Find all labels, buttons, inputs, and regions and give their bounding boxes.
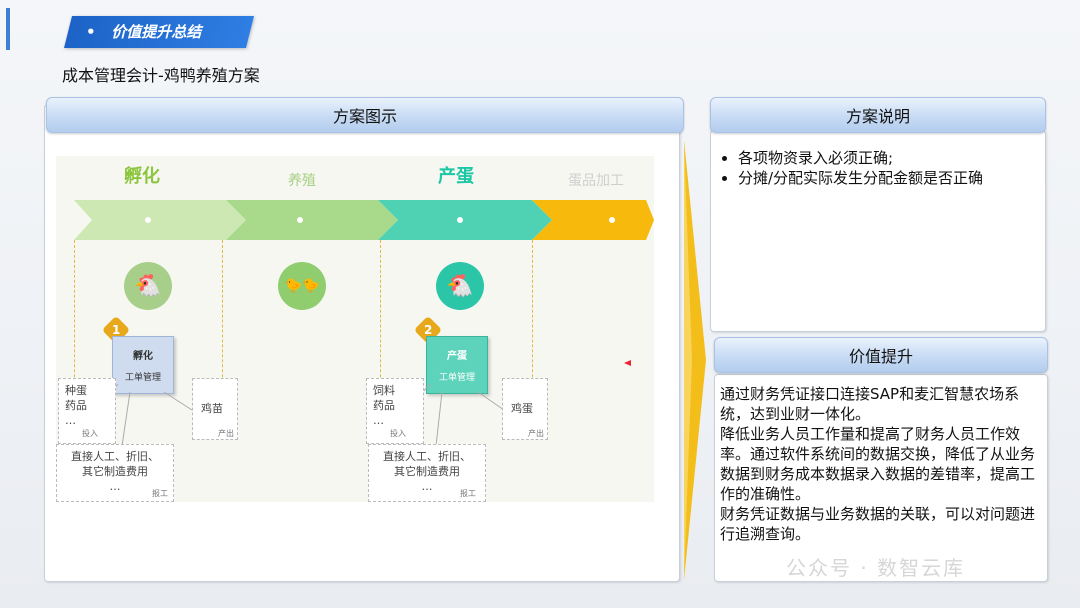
- output-tag: 产出: [528, 429, 544, 438]
- input-tag: 投入: [82, 429, 98, 438]
- value-text: 通过财务凭证接口连接SAP和麦汇智慧农场系统，达到业财一体化。 降低业务人员工作…: [720, 384, 1036, 544]
- output-tag: 产出: [218, 429, 234, 438]
- process-diagram: 孵化 养殖 产蛋 蛋品加工 🐔 🐤🐤 🐔 1 孵化 工单管理 2 产蛋 工单管理: [56, 156, 654, 502]
- input-item: 药品: [373, 399, 395, 412]
- output-item: 鸡苗: [201, 402, 223, 415]
- labor-item: 其它制造费用: [82, 465, 148, 478]
- value-paragraph: 财务凭证数据与业务数据的关联，可以对问题进行追溯查询。: [720, 505, 1036, 543]
- labor-tag: 报工: [152, 489, 168, 498]
- input-item: 药品: [65, 399, 87, 412]
- value-panel-header: 价值提升: [714, 337, 1048, 373]
- section-title: • 价值提升总结: [86, 23, 202, 41]
- input-item: …: [373, 414, 384, 427]
- page-subtitle: 成本管理会计-鸡鸭养殖方案: [62, 66, 260, 85]
- value-paragraph: 降低业务人员工作量和提高了财务人员工作效率。通过软件系统间的数据交换，降低了从业…: [720, 425, 1036, 503]
- input-item: 种蛋: [65, 384, 87, 397]
- explain-item: 分摊/分配实际发生分配金额是否正确: [738, 168, 1038, 188]
- labor-item: 直接人工、折旧、: [71, 450, 159, 463]
- watermark: 公众号 · 数智云库: [786, 556, 966, 580]
- explain-list: 各项物资录入必须正确; 分摊/分配实际发生分配金额是否正确: [718, 148, 1038, 188]
- labor-item: 其它制造费用: [394, 465, 460, 478]
- value-paragraph: 通过财务凭证接口连接SAP和麦汇智慧农场系统，达到业财一体化。: [720, 385, 1020, 423]
- input-tag: 投入: [390, 429, 406, 438]
- diagram-panel-header: 方案图示: [46, 97, 684, 133]
- explain-item: 各项物资录入必须正确;: [738, 148, 1038, 168]
- small-red-marker: [624, 360, 631, 366]
- flow-arrow-icon: [684, 140, 706, 580]
- labor-tag: 报工: [460, 489, 476, 498]
- title-accent-bar: [6, 8, 10, 50]
- output-item: 鸡蛋: [511, 402, 533, 415]
- input-item: …: [65, 414, 76, 427]
- input-item: 饲料: [373, 384, 395, 397]
- labor-item: 直接人工、折旧、: [383, 450, 471, 463]
- explain-panel-header: 方案说明: [710, 97, 1046, 133]
